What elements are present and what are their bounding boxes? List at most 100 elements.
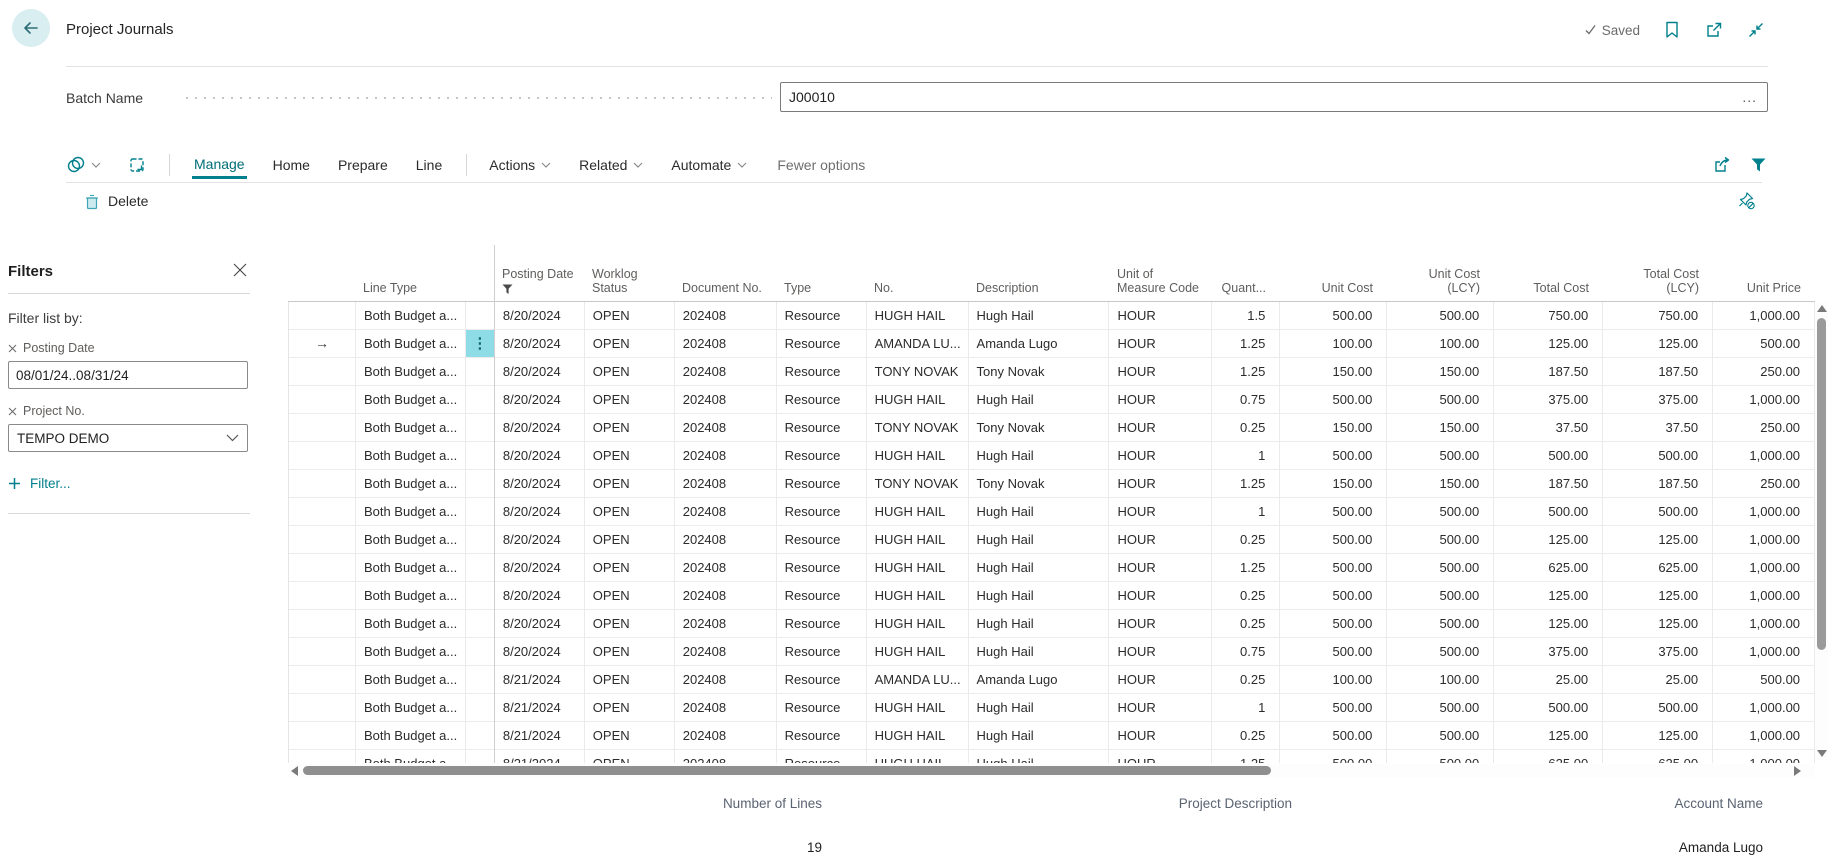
- menu-automate[interactable]: Automate: [671, 157, 747, 173]
- cell-uom-code[interactable]: HOUR: [1109, 330, 1212, 357]
- cell-menu[interactable]: [466, 666, 495, 693]
- cell-total-cost[interactable]: 125.00: [1494, 582, 1603, 609]
- cell-document-no[interactable]: 202408: [675, 330, 777, 357]
- cell-no[interactable]: TONY NOVAK: [867, 358, 969, 385]
- cell-document-no[interactable]: 202408: [675, 666, 777, 693]
- cell-type[interactable]: Resource: [777, 694, 867, 721]
- cell-unit-price[interactable]: 250.00: [1713, 470, 1815, 497]
- cell-unit-cost[interactable]: 500.00: [1280, 442, 1387, 469]
- cell-menu[interactable]: [466, 554, 495, 581]
- cell-posting-date[interactable]: 8/20/2024: [495, 554, 585, 581]
- scroll-down-arrow[interactable]: [1817, 750, 1827, 757]
- cell-description[interactable]: Amanda Lugo: [969, 330, 1110, 357]
- cell-uom-code[interactable]: HOUR: [1109, 582, 1212, 609]
- cell-type[interactable]: Resource: [777, 302, 867, 329]
- cell-posting-date[interactable]: 8/20/2024: [495, 442, 585, 469]
- cell-worklog-status[interactable]: OPEN: [585, 358, 675, 385]
- cell-line-type[interactable]: Both Budget a...: [356, 638, 466, 665]
- tab-home[interactable]: Home: [271, 153, 312, 177]
- cell-document-no[interactable]: 202408: [675, 414, 777, 441]
- cell-unit-price[interactable]: 1,000.00: [1713, 498, 1815, 525]
- cell-unit-cost-lcy[interactable]: 100.00: [1387, 330, 1494, 357]
- cell-no[interactable]: HUGH HAIL: [867, 554, 969, 581]
- cell-document-no[interactable]: 202408: [675, 498, 777, 525]
- collapse-icon[interactable]: [1746, 20, 1766, 40]
- cell-type[interactable]: Resource: [777, 358, 867, 385]
- cell-posting-date[interactable]: 8/20/2024: [495, 330, 585, 357]
- cell-total-cost[interactable]: 125.00: [1494, 330, 1603, 357]
- cell-total-cost[interactable]: 500.00: [1494, 498, 1603, 525]
- cell-no[interactable]: HUGH HAIL: [867, 638, 969, 665]
- cell-quantity[interactable]: 0.25: [1212, 526, 1280, 553]
- cell-description[interactable]: Hugh Hail: [969, 554, 1110, 581]
- cell-document-no[interactable]: 202408: [675, 526, 777, 553]
- delete-button[interactable]: Delete: [84, 189, 148, 213]
- cell-total-cost[interactable]: 187.50: [1494, 470, 1603, 497]
- cell-worklog-status[interactable]: OPEN: [585, 554, 675, 581]
- column-header-line-type[interactable]: Line Type: [355, 245, 465, 301]
- cell-quantity[interactable]: 1.5: [1212, 302, 1280, 329]
- cell-posting-date[interactable]: 8/21/2024: [495, 666, 585, 693]
- cell-uom-code[interactable]: HOUR: [1109, 358, 1212, 385]
- cell-quantity[interactable]: 1: [1212, 498, 1280, 525]
- cell-ind[interactable]: [289, 442, 356, 469]
- cell-menu[interactable]: [466, 610, 495, 637]
- cell-total-cost[interactable]: 500.00: [1494, 694, 1603, 721]
- cell-total-cost-lcy[interactable]: 125.00: [1603, 526, 1713, 553]
- cell-quantity[interactable]: 1.25: [1212, 554, 1280, 581]
- cell-unit-cost[interactable]: 500.00: [1280, 302, 1387, 329]
- cell-line-type[interactable]: Both Budget a...: [356, 386, 466, 413]
- cell-ind[interactable]: [289, 358, 356, 385]
- cell-unit-price[interactable]: 1,000.00: [1713, 386, 1815, 413]
- cell-line-type[interactable]: Both Budget a...: [356, 358, 466, 385]
- cell-quantity[interactable]: 1: [1212, 694, 1280, 721]
- cell-description[interactable]: Hugh Hail: [969, 610, 1110, 637]
- cell-total-cost[interactable]: 625.00: [1494, 750, 1603, 763]
- cell-line-type[interactable]: Both Budget a...: [356, 582, 466, 609]
- cell-worklog-status[interactable]: OPEN: [585, 302, 675, 329]
- cell-unit-cost[interactable]: 500.00: [1280, 386, 1387, 413]
- cell-uom-code[interactable]: HOUR: [1109, 694, 1212, 721]
- column-header-unit-cost[interactable]: Unit Cost: [1280, 245, 1387, 301]
- cell-unit-cost[interactable]: 150.00: [1280, 470, 1387, 497]
- cell-unit-cost[interactable]: 500.00: [1280, 750, 1387, 763]
- scroll-left-arrow[interactable]: [291, 766, 298, 776]
- horizontal-scrollbar[interactable]: [288, 764, 1815, 777]
- cell-document-no[interactable]: 202408: [675, 554, 777, 581]
- cell-line-type[interactable]: Both Budget a...: [356, 750, 466, 763]
- cell-document-no[interactable]: 202408: [675, 358, 777, 385]
- cell-unit-cost[interactable]: 500.00: [1280, 526, 1387, 553]
- cell-type[interactable]: Resource: [777, 750, 867, 763]
- cell-no[interactable]: HUGH HAIL: [867, 302, 969, 329]
- cell-posting-date[interactable]: 8/21/2024: [495, 750, 585, 763]
- scroll-up-arrow[interactable]: [1817, 305, 1827, 312]
- cell-worklog-status[interactable]: OPEN: [585, 470, 675, 497]
- back-button[interactable]: [12, 9, 50, 47]
- cell-total-cost-lcy[interactable]: 125.00: [1603, 330, 1713, 357]
- row-menu-icon[interactable]: ⋮: [466, 330, 495, 357]
- column-header-worklog-status[interactable]: Worklog Status: [584, 245, 674, 301]
- tab-prepare[interactable]: Prepare: [336, 153, 390, 177]
- cell-worklog-status[interactable]: OPEN: [585, 750, 675, 763]
- cell-unit-price[interactable]: 250.00: [1713, 414, 1815, 441]
- cell-unit-price[interactable]: 1,000.00: [1713, 582, 1815, 609]
- cell-uom-code[interactable]: HOUR: [1109, 638, 1212, 665]
- cell-description[interactable]: Tony Novak: [969, 358, 1110, 385]
- cell-ind[interactable]: [289, 470, 356, 497]
- chevron-down-icon[interactable]: [91, 162, 101, 168]
- cell-total-cost-lcy[interactable]: 625.00: [1603, 750, 1713, 763]
- menu-related[interactable]: Related: [579, 157, 643, 173]
- cell-posting-date[interactable]: 8/21/2024: [495, 722, 585, 749]
- cell-description[interactable]: Tony Novak: [969, 470, 1110, 497]
- cell-total-cost-lcy[interactable]: 187.50: [1603, 358, 1713, 385]
- cell-menu[interactable]: [466, 638, 495, 665]
- column-header-type[interactable]: Type: [776, 245, 866, 301]
- cell-ind[interactable]: [289, 582, 356, 609]
- cell-quantity[interactable]: 0.75: [1212, 386, 1280, 413]
- cell-type[interactable]: Resource: [777, 638, 867, 665]
- cell-type[interactable]: Resource: [777, 470, 867, 497]
- close-icon[interactable]: [232, 262, 250, 280]
- cell-type[interactable]: Resource: [777, 526, 867, 553]
- cell-line-type[interactable]: Both Budget a...: [356, 498, 466, 525]
- cell-posting-date[interactable]: 8/20/2024: [495, 582, 585, 609]
